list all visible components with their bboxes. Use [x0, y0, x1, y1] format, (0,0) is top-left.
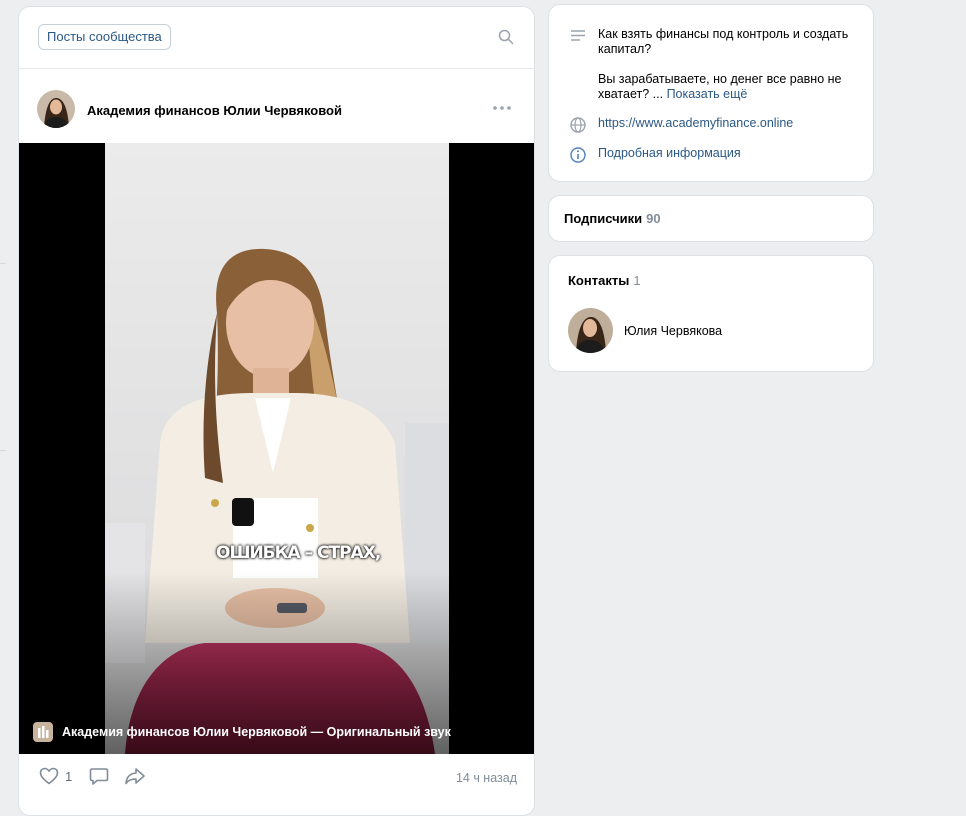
community-info-card: Как взять финансы под контроль и создать…: [548, 4, 874, 182]
heart-icon: [39, 767, 59, 785]
post-video[interactable]: ОШИБКА – СТРАХ, Академия финансов Юлии Ч…: [19, 143, 534, 754]
info-icon: [570, 147, 586, 163]
website-link[interactable]: https://www.academyfinance.online: [598, 116, 860, 134]
contacts-count: 1: [633, 273, 641, 288]
share-icon: [125, 768, 145, 785]
posts-tabs-row: Посты сообщества: [19, 7, 534, 69]
like-count: 1: [65, 768, 73, 784]
show-more-link[interactable]: Показать ещё: [667, 87, 748, 101]
subscribers-count: 90: [646, 211, 661, 226]
contact-avatar: [568, 308, 613, 353]
website-row: https://www.academyfinance.online: [569, 116, 860, 134]
post-timestamp[interactable]: 14 ч назад: [456, 771, 517, 785]
globe-icon: [570, 117, 586, 133]
share-button[interactable]: [124, 767, 146, 785]
description-row: Как взять финансы под контроль и создать…: [569, 27, 860, 102]
subscribers-card[interactable]: Подписчики 90: [548, 195, 874, 242]
details-link[interactable]: Подробная информация: [598, 146, 860, 164]
original-audio-label: Академия финансов Юлии Червяковой — Ориг…: [62, 725, 451, 739]
like-button[interactable]: 1: [39, 767, 72, 785]
subscribers-label: Подписчики: [564, 211, 643, 226]
comment-button[interactable]: [89, 767, 109, 786]
description-main: Как взять финансы под контроль и создать…: [598, 27, 849, 56]
contact-item[interactable]: Юлия Червякова: [568, 308, 722, 353]
author-avatar[interactable]: [37, 90, 75, 128]
contact-name: Юлия Червякова: [624, 323, 723, 338]
more-options-icon[interactable]: [492, 103, 512, 113]
description-continued: Вы зарабатываете, но денег все равно не …: [598, 72, 860, 102]
tab-community-posts[interactable]: Посты сообщества: [38, 24, 171, 50]
original-audio-link[interactable]: Академия финансов Юлии Червяковой — Ориг…: [33, 722, 451, 742]
post-actions: 1 14 ч назад: [19, 754, 534, 804]
contacts-card: Контакты 1 Юлия Червякова: [548, 255, 874, 372]
audio-thumbnail-icon: [33, 722, 53, 742]
edge-divider: [0, 263, 6, 264]
video-subtitle: ОШИБКА – СТРАХ,: [216, 543, 381, 563]
video-frame: [105, 143, 449, 754]
description-text: Как взять финансы под контроль и создать…: [598, 27, 860, 102]
description-lines-icon: [571, 30, 585, 41]
post-author-name[interactable]: Академия финансов Юлии Червяковой: [87, 103, 342, 118]
contacts-header[interactable]: Контакты 1: [568, 273, 641, 288]
posts-card: Посты сообщества Академия финансов Юлии …: [18, 6, 535, 816]
comment-icon: [89, 768, 109, 785]
post-header: Академия финансов Юлии Червяковой: [19, 69, 534, 144]
details-row: Подробная информация: [569, 146, 860, 164]
search-icon[interactable]: [498, 29, 514, 45]
subscribers-header: Подписчики 90: [564, 211, 661, 226]
edge-divider: [0, 450, 6, 451]
contacts-label: Контакты: [568, 273, 630, 288]
